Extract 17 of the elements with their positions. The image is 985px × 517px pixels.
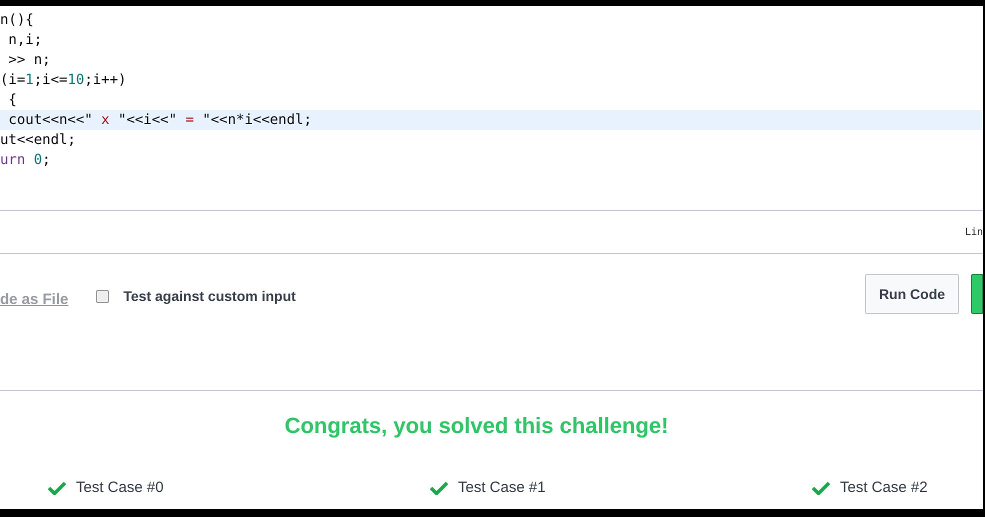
code-line: n,i;: [7, 32, 42, 48]
checkbox-label: Test against custom input: [123, 287, 296, 306]
code-line: urn 0;: [0, 152, 51, 168]
code-line: cout<<n<<" x "<<i<<" = "<<n*i<<endl;: [7, 112, 312, 128]
submit-button[interactable]: [971, 274, 983, 314]
test-case-label[interactable]: Test Case #0: [76, 477, 164, 500]
code-line: {: [7, 92, 17, 108]
test-case-label[interactable]: Test Case #2: [840, 477, 928, 500]
code-line: ut<<endl;: [0, 132, 76, 148]
success-message: Congrats, you solved this challenge!: [284, 412, 670, 440]
code-line: >> n;: [7, 52, 51, 68]
status-text: Lin: [964, 226, 983, 240]
run-code-button[interactable]: Run Code: [865, 274, 959, 314]
checkbox[interactable]: [96, 290, 110, 303]
code-line: (i=1;i<=10;i++): [0, 72, 126, 88]
code-line: n(){: [0, 12, 34, 28]
test-case-label[interactable]: Test Case #1: [458, 477, 546, 500]
